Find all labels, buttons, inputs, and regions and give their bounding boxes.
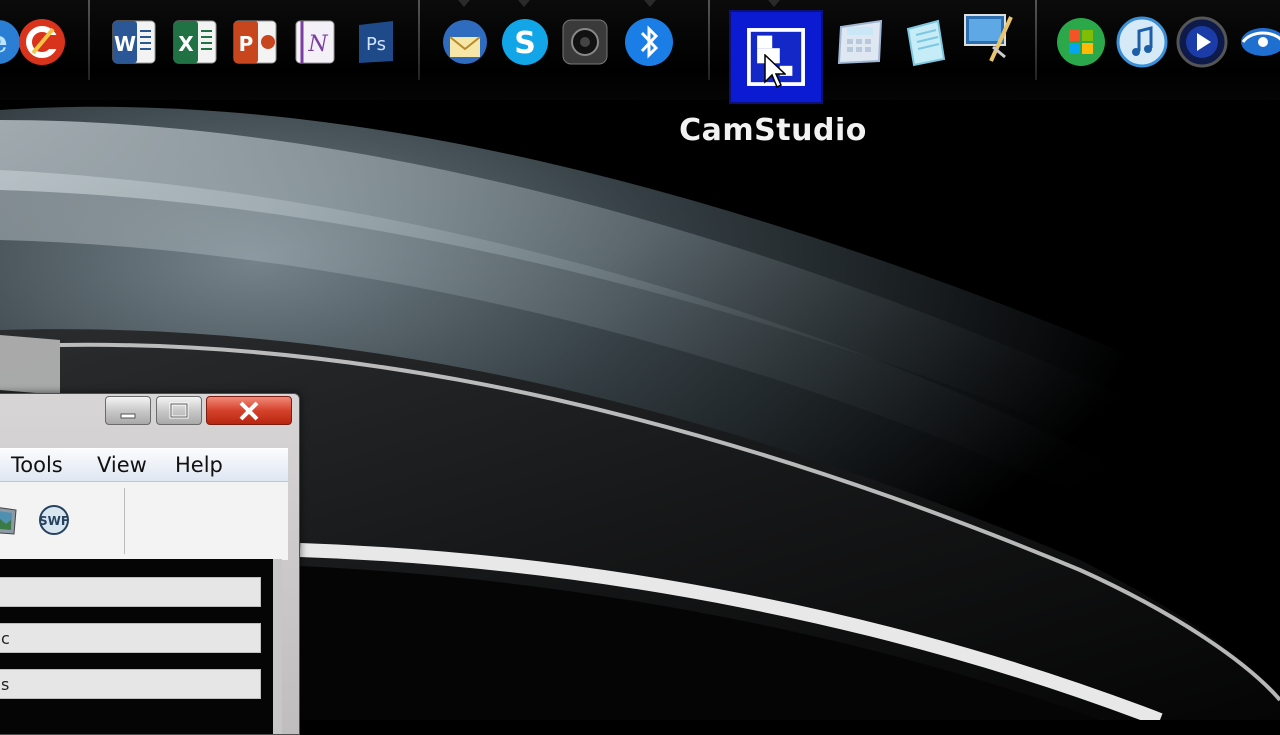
dvd-icon[interactable] — [1232, 14, 1280, 70]
dock-separator — [88, 0, 90, 80]
running-indicator — [768, 0, 780, 7]
mouse-cursor-icon — [764, 54, 786, 89]
toolbar-separator — [124, 488, 125, 554]
toolbar: SWF — [0, 481, 288, 560]
menu-tools[interactable]: Tools — [11, 453, 63, 477]
option-field[interactable]: s — [0, 669, 261, 699]
app-window: : Tools View Help SWF c s — [0, 393, 300, 735]
itunes-icon[interactable] — [1114, 14, 1170, 70]
svg-text:S: S — [514, 26, 536, 61]
dock-tooltip-label: CamStudio — [679, 113, 867, 148]
photoshop-icon[interactable]: Ps — [348, 14, 404, 70]
picture-icon — [0, 507, 17, 535]
maximize-icon — [169, 402, 189, 418]
dock-separator — [418, 0, 420, 80]
svg-text:Ps: Ps — [366, 34, 386, 55]
calculator-icon[interactable] — [832, 14, 888, 70]
close-icon — [239, 401, 259, 420]
dock: e W X P N Ps S — [0, 0, 1280, 104]
svg-text:SWF: SWF — [39, 514, 69, 528]
svg-text:N: N — [307, 32, 328, 57]
options-panel: c s — [0, 559, 274, 734]
running-indicator — [458, 0, 470, 7]
minimize-button[interactable] — [105, 396, 151, 425]
minimize-icon — [120, 413, 136, 418]
running-indicator — [518, 0, 530, 7]
menu-help[interactable]: Help — [175, 453, 223, 477]
option-field[interactable] — [0, 577, 261, 607]
close-button[interactable] — [206, 396, 292, 425]
svg-text:P: P — [239, 32, 254, 56]
vertical-scrollbar[interactable] — [273, 559, 282, 734]
svg-text:W: W — [114, 32, 136, 56]
excel-icon[interactable]: X — [167, 14, 223, 70]
dock-separator — [708, 0, 710, 80]
notepad-icon[interactable] — [897, 14, 953, 70]
svg-text:e: e — [0, 25, 8, 60]
word-icon[interactable]: W — [106, 14, 162, 70]
picture-button[interactable] — [0, 500, 22, 540]
bluetooth-icon[interactable] — [621, 14, 677, 70]
powerpoint-icon[interactable]: P — [227, 14, 283, 70]
onenote-icon[interactable]: N — [287, 14, 343, 70]
maximize-button[interactable] — [156, 396, 202, 425]
option-field[interactable]: c — [0, 623, 261, 653]
title-bar[interactable] — [0, 394, 299, 428]
menu-bar: : Tools View Help — [0, 448, 288, 481]
svg-text:X: X — [178, 32, 194, 56]
webcam-icon[interactable] — [557, 14, 613, 70]
media-player-icon[interactable] — [1174, 14, 1230, 70]
thunderbird-icon[interactable] — [437, 14, 493, 70]
paint-icon[interactable] — [960, 10, 1016, 66]
menu-view[interactable]: View — [97, 453, 147, 477]
dock-separator — [1035, 0, 1037, 80]
running-indicator — [644, 0, 656, 7]
windows-icon[interactable] — [1053, 14, 1109, 70]
swf-icon: SWF — [39, 505, 69, 535]
ccleaner-icon[interactable] — [14, 14, 70, 70]
swf-button[interactable]: SWF — [34, 500, 74, 540]
skype-icon[interactable]: S — [497, 14, 553, 70]
